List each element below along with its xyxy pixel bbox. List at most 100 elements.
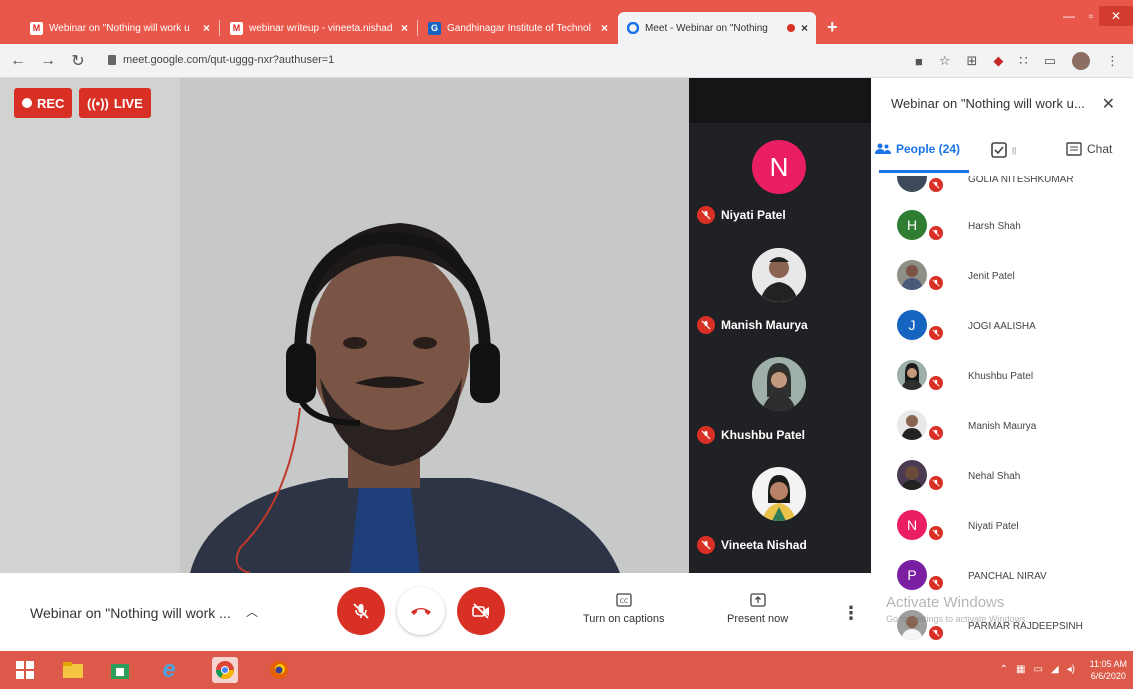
tab-chat[interactable]: Chat — [1066, 142, 1112, 156]
list-item[interactable]: H Harsh Shah — [871, 207, 1133, 257]
mic-off-icon — [353, 603, 369, 619]
hang-up-icon — [411, 608, 431, 615]
participant-name: PANCHAL NIRAV — [968, 571, 1047, 582]
close-icon[interactable]: × — [203, 21, 210, 35]
battery-icon[interactable]: ▭ — [1033, 664, 1042, 675]
leave-call-button[interactable] — [397, 587, 445, 635]
unmute-button[interactable] — [337, 587, 385, 635]
list-item[interactable]: GOLIA NITESHKUMAR — [871, 176, 1133, 206]
file-explorer-icon[interactable] — [60, 657, 86, 683]
maximize-icon[interactable]: ▫ — [1083, 6, 1099, 26]
extension-grid-icon[interactable]: ⊞ — [967, 53, 978, 69]
clock-date: 6/6/2020 — [1090, 671, 1126, 681]
tile-avatar-manish[interactable] — [752, 248, 806, 302]
browser-menu-icon[interactable]: ⋮ — [1106, 53, 1119, 69]
taskbar-clock[interactable]: 11:05 AM 6/6/2020 — [1090, 658, 1127, 682]
bookmark-star-icon[interactable]: ☆ — [939, 53, 951, 69]
tile-avatar-khushbu[interactable] — [752, 357, 806, 411]
browser-titlebar: M Webinar on "Nothing will work u × M we… — [0, 0, 1133, 44]
windows-start-icon[interactable] — [12, 657, 38, 683]
tab-meet[interactable]: Meet - Webinar on "Nothing × — [618, 12, 816, 44]
captions-button[interactable]: CC Turn on captions — [583, 593, 665, 625]
reload-icon[interactable]: ↻ — [66, 51, 90, 71]
window-close-icon[interactable]: ✕ — [1099, 6, 1133, 26]
mic-off-icon — [927, 324, 945, 342]
profile-avatar[interactable] — [1072, 52, 1090, 70]
tile-avatar-vineeta[interactable] — [752, 467, 806, 521]
mic-off-icon — [697, 536, 715, 554]
internet-explorer-icon[interactable]: e — [156, 656, 182, 683]
turn-on-camera-button[interactable] — [457, 587, 505, 635]
more-options-icon[interactable]: ⋮ — [842, 603, 860, 624]
mic-off-icon — [927, 374, 945, 392]
gmail-icon: M — [230, 21, 243, 35]
list-item[interactable]: N Niyati Patel — [871, 507, 1133, 557]
shield-extension-icon[interactable]: ◆ — [993, 53, 1003, 69]
close-icon[interactable]: × — [401, 21, 408, 35]
tab-webinar-mail[interactable]: M Webinar on "Nothing will work u × — [22, 12, 218, 44]
meeting-controls: Webinar on "Nothing will work ... ︿ CC T… — [0, 573, 871, 651]
live-broadcast-icon: ((•)) — [87, 95, 109, 111]
system-tray: ⌃ ▦ ▭ ◢ ◂) — [1000, 664, 1075, 675]
avatar-letter: N — [769, 151, 789, 182]
main-video-feed[interactable]: REC ((•)) LIVE — [0, 78, 689, 573]
tab-activities[interactable]: || — [991, 142, 1016, 158]
rec-label: REC — [37, 95, 65, 111]
college-icon: G — [428, 21, 441, 35]
active-tab-indicator — [879, 170, 969, 173]
present-now-button[interactable]: Present now — [727, 593, 788, 625]
forward-arrow-icon[interactable]: → — [36, 52, 60, 70]
volume-icon[interactable]: ◂) — [1067, 664, 1075, 675]
mic-off-icon — [927, 524, 945, 542]
tab-people[interactable]: People (24) — [875, 142, 960, 156]
list-item[interactable]: J JOGI AALISHA — [871, 307, 1133, 357]
meeting-details-title[interactable]: Webinar on "Nothing will work ... — [30, 605, 231, 621]
participant-name: Nehal Shah — [968, 471, 1021, 482]
list-item[interactable]: Jenit Patel — [871, 257, 1133, 307]
participant-name: Niyati Patel — [968, 521, 1019, 532]
mic-off-icon — [927, 176, 945, 194]
rec-dot-icon — [22, 98, 32, 108]
activities-badge: || — [1012, 145, 1017, 155]
store-icon[interactable] — [107, 657, 133, 683]
network-icon[interactable]: ▦ — [1016, 664, 1025, 675]
tab-gandhinagar[interactable]: G Gandhinagar Institute of Technol × — [420, 12, 616, 44]
tab-writeup-mail[interactable]: M webinar writeup - vineeta.nishad × — [222, 12, 416, 44]
minimize-icon[interactable]: — — [1055, 6, 1083, 26]
cast-icon[interactable]: ▭ — [1044, 53, 1056, 69]
mic-off-icon — [927, 424, 945, 442]
mic-off-icon — [927, 474, 945, 492]
mic-off-icon — [927, 624, 945, 642]
extension-icon[interactable]: ∷ — [1019, 53, 1027, 69]
participant-name: GOLIA NITESHKUMAR — [968, 176, 1074, 185]
participant-name: Jenit Patel — [968, 271, 1015, 282]
live-label: LIVE — [113, 95, 143, 111]
close-icon[interactable]: × — [601, 21, 608, 35]
chevron-up-icon[interactable]: ︿ — [246, 603, 258, 620]
back-arrow-icon[interactable]: ← — [6, 52, 30, 70]
list-item[interactable]: Khushbu Patel — [871, 357, 1133, 407]
mic-off-icon — [927, 224, 945, 242]
chrome-icon[interactable] — [212, 657, 238, 683]
close-icon[interactable]: ✕ — [1102, 94, 1115, 114]
tile-name-vineeta: Vineeta Nishad — [697, 536, 807, 554]
wifi-icon[interactable]: ◢ — [1051, 664, 1059, 675]
mic-off-icon — [697, 206, 715, 224]
new-tab-button[interactable]: + — [827, 17, 838, 38]
url-field[interactable]: meet.google.com/qut-uggg-nxr?authuser=1 — [108, 54, 334, 66]
avatar: J — [897, 310, 927, 340]
tile-strip-top — [689, 78, 871, 123]
avatar: P — [897, 560, 927, 590]
tile-avatar-niyati[interactable]: N — [752, 140, 806, 194]
speaker-video-image — [190, 223, 620, 573]
list-item[interactable]: Manish Maurya — [871, 407, 1133, 457]
firefox-icon[interactable] — [266, 657, 292, 683]
meet-icon — [626, 22, 639, 35]
tile-name-text: Manish Maurya — [721, 318, 808, 332]
tray-chevron-icon[interactable]: ⌃ — [1000, 664, 1008, 675]
camera-icon[interactable]: ■ — [915, 54, 923, 69]
list-item[interactable]: Nehal Shah — [871, 457, 1133, 507]
close-icon[interactable]: × — [801, 21, 808, 35]
present-screen-icon — [749, 593, 766, 607]
people-panel: Webinar on "Nothing will work u... ✕ Peo… — [871, 78, 1133, 651]
